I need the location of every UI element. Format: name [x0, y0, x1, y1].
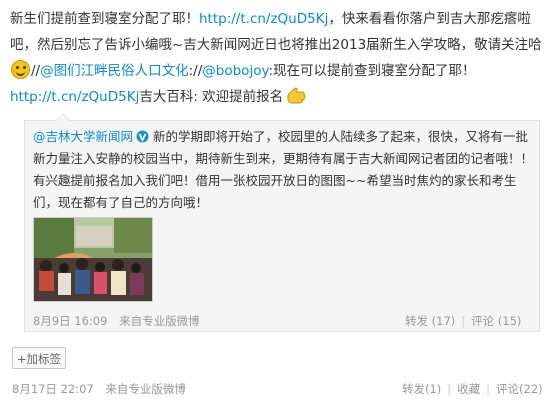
- add-tag-button[interactable]: +加标签: [12, 347, 66, 369]
- short-link[interactable]: http://t.cn/zQuD5Kj: [10, 89, 139, 105]
- quoted-actions: 转发 (17) | 评论 (15): [405, 313, 521, 329]
- campus-open-day-photo: [34, 218, 152, 301]
- smiley-emoji-icon: [11, 60, 30, 79]
- quoted-comment-button[interactable]: 评论 (15): [471, 314, 521, 328]
- weibo-post-text: 新生们提前查到寝室分配了耶！http://t.cn/zQuD5Kj，快来看看你落…: [10, 6, 546, 110]
- post-text-segment: :现在可以提前查到寝室分配了耶！: [268, 63, 476, 79]
- comment-count: (22): [519, 382, 543, 396]
- favorite-button[interactable]: 收藏: [457, 382, 480, 396]
- comment-button[interactable]: 评论(22): [496, 382, 543, 396]
- mention-link[interactable]: @bobojoy: [202, 63, 268, 79]
- post-source-link[interactable]: 专业版微博: [128, 382, 186, 396]
- post-text-segment: 新生们提前查到寝室分配了耶！: [10, 11, 199, 27]
- post-actions: 转发(1) | 收藏 | 评论(22): [402, 381, 543, 397]
- quoted-text: @吉林大学新闻网 新的学期即将开始了，校园里的人陆续多了起来，很快，又将有一批新力…: [33, 126, 533, 214]
- post-meta: 8月17日 22:07 来自专业版微博: [12, 381, 186, 397]
- repost-button[interactable]: 转发(1): [402, 382, 441, 396]
- quoted-photo-thumbnail[interactable]: [33, 217, 153, 302]
- post-text-segment: 吉大百科: 欢迎提前报名: [139, 89, 284, 105]
- post-time-link[interactable]: 8月17日 22:07: [12, 382, 94, 396]
- quoted-repost-button[interactable]: 转发 (17): [405, 314, 455, 328]
- quoted-meta: 8月9日 16:09 来自专业版微博: [33, 313, 200, 329]
- repost-label: 转发: [405, 314, 428, 328]
- quoted-source-link[interactable]: 专业版微博: [142, 314, 200, 328]
- quote-arrow: [55, 113, 71, 121]
- source-prefix: 来自: [105, 382, 129, 396]
- action-separator: |: [461, 314, 466, 328]
- verified-badge-icon: [136, 130, 149, 143]
- comment-label: 评论: [471, 314, 495, 328]
- mention-link[interactable]: @图们江畔民俗人口文化: [40, 63, 189, 79]
- repost-count: (17): [431, 314, 456, 328]
- comment-count: (15): [497, 314, 522, 328]
- action-separator: |: [447, 382, 452, 396]
- source-prefix: 来自: [119, 314, 143, 328]
- comment-label: 评论: [496, 382, 520, 396]
- repost-count: (1): [425, 382, 442, 396]
- quoted-weibo: @吉林大学新闻网 新的学期即将开始了，校园里的人陆续多了起来，很快，又将有一批新力…: [24, 113, 540, 332]
- quoted-author-link[interactable]: @吉林大学新闻网: [33, 129, 133, 144]
- quoted-time-link[interactable]: 8月9日 16:09: [33, 314, 107, 328]
- repost-label: 转发: [402, 382, 425, 396]
- repost-separator: //: [193, 63, 203, 79]
- short-link[interactable]: http://t.cn/zQuD5Kj: [199, 11, 328, 27]
- repost-separator: //: [31, 63, 41, 79]
- action-separator: |: [486, 382, 491, 396]
- hand-point-icon: [287, 87, 306, 104]
